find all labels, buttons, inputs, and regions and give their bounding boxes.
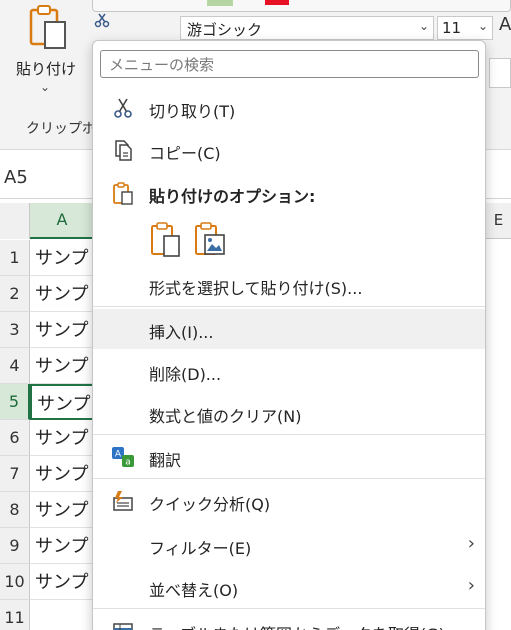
active-cell[interactable]: サンプ	[30, 384, 94, 420]
menu-item-get-data[interactable]: テーブルまたは範囲からデータを取得(G)...	[93, 611, 485, 630]
menu-item-label: クイック分析(Q)	[149, 495, 271, 514]
menu-item-label: 削除(D)...	[149, 365, 222, 384]
menu-item-label: コピー(C)	[149, 144, 221, 163]
font-size-value: 11	[442, 19, 462, 37]
menu-separator	[93, 478, 485, 479]
cell[interactable]: サンプ	[30, 312, 94, 348]
menu-item-label: 形式を選択して貼り付け(S)...	[149, 279, 363, 298]
font-name-value: 游ゴシック	[187, 21, 263, 39]
row-header[interactable]: 3	[0, 312, 30, 348]
font-color-swatch[interactable]	[265, 0, 289, 5]
cell[interactable]: サンプ	[30, 564, 94, 600]
menu-heading-label: 貼り付けのオプション:	[149, 187, 316, 206]
cell[interactable]: サンプ	[30, 240, 94, 276]
column-header-a[interactable]: A	[30, 203, 94, 239]
context-menu: メニューの検索 切り取り(T) コピー(C) 貼り付けのオプション: 形式を選択…	[92, 40, 486, 630]
menu-item-filter[interactable]: フィルター(E) ›	[93, 525, 485, 565]
paste-button[interactable]: 貼り付け ⌄	[10, 0, 82, 106]
translate-icon: A a	[112, 447, 134, 468]
row-header[interactable]: 9	[0, 528, 30, 564]
clipboard-group-label: クリップボ	[26, 121, 96, 137]
menu-item-label: 翻訳	[149, 451, 182, 470]
format-painter-icon[interactable]	[94, 12, 110, 28]
select-all-corner[interactable]	[0, 203, 30, 239]
svg-text:A: A	[115, 450, 122, 460]
increase-font-icon[interactable]: A	[499, 14, 511, 35]
row-header[interactable]: 10	[0, 564, 30, 600]
menu-item-label: フィルター(E)	[149, 539, 252, 558]
menu-separator	[93, 608, 485, 609]
cell[interactable]: サンプ	[30, 276, 94, 312]
chevron-down-icon: ⌄	[477, 19, 488, 33]
column-header-e[interactable]: E	[486, 203, 511, 239]
scissors-icon	[114, 98, 132, 118]
cell[interactable]: サンプ	[30, 456, 94, 492]
menu-item-label: 切り取り(T)	[149, 102, 236, 121]
cell[interactable]	[30, 600, 94, 630]
menu-item-label: 数式と値のクリア(N)	[149, 407, 302, 426]
copy-icon	[115, 140, 132, 161]
font-size-select[interactable]: 11 ⌄	[437, 16, 493, 40]
menu-item-clear-contents[interactable]: 数式と値のクリア(N)	[93, 393, 485, 433]
menu-item-copy[interactable]: コピー(C)	[93, 130, 485, 170]
clipboard-icon	[113, 182, 133, 205]
row-header[interactable]: 11	[0, 600, 30, 630]
fill-color-swatch[interactable]	[207, 0, 233, 6]
name-box[interactable]: A5	[4, 167, 28, 188]
menu-item-quick-analysis[interactable]: クイック分析(Q)	[93, 481, 485, 521]
menu-item-label: 並べ替え(O)	[149, 581, 239, 600]
cell[interactable]: サンプ	[30, 492, 94, 528]
ribbon-control-edge[interactable]	[489, 58, 511, 88]
font-toolbar-strip	[92, 0, 511, 12]
menu-item-insert[interactable]: 挿入(I)...	[93, 309, 485, 349]
row-header[interactable]: 8	[0, 492, 30, 528]
paste-chevron-icon[interactable]: ⌄	[40, 80, 50, 94]
menu-item-paste-special[interactable]: 形式を選択して貼り付け(S)...	[93, 265, 485, 305]
font-name-select[interactable]: 游ゴシック ⌄	[180, 16, 434, 40]
paste-label: 貼り付け	[16, 60, 77, 78]
cell[interactable]: サンプ	[30, 420, 94, 456]
cell[interactable]: サンプ	[30, 528, 94, 564]
chevron-down-icon: ⌄	[418, 19, 429, 33]
clipboard-paste-icon	[29, 5, 66, 49]
menu-item-label: テーブルまたは範囲からデータを取得(G)...	[149, 621, 460, 630]
menu-item-sort[interactable]: 並べ替え(O) ›	[93, 567, 485, 607]
menu-item-translate[interactable]: A a 翻訳	[93, 437, 485, 477]
paste-option-picture-icon[interactable]	[193, 221, 227, 257]
row-header[interactable]: 7	[0, 456, 30, 492]
paste-option-clipboard-icon[interactable]	[149, 221, 183, 257]
row-header[interactable]: 1	[0, 240, 30, 276]
menu-item-delete[interactable]: 削除(D)...	[93, 351, 485, 391]
menu-search-input[interactable]: メニューの検索	[100, 50, 479, 78]
svg-text:a: a	[125, 458, 131, 468]
row-header-selected[interactable]: 5	[0, 384, 30, 420]
paste-options-heading: 貼り付けのオプション:	[93, 173, 485, 213]
row-header[interactable]: 4	[0, 348, 30, 384]
row-header[interactable]: 6	[0, 420, 30, 456]
menu-item-cut[interactable]: 切り取り(T)	[93, 88, 485, 128]
quick-analysis-icon	[113, 491, 133, 511]
menu-separator	[93, 434, 485, 435]
menu-item-label: 挿入(I)...	[149, 323, 214, 342]
chevron-right-icon: ›	[467, 533, 475, 554]
cell[interactable]: サンプ	[30, 348, 94, 384]
menu-separator	[93, 306, 485, 307]
row-header[interactable]: 2	[0, 276, 30, 312]
chevron-right-icon: ›	[467, 575, 475, 596]
table-icon	[113, 623, 133, 630]
